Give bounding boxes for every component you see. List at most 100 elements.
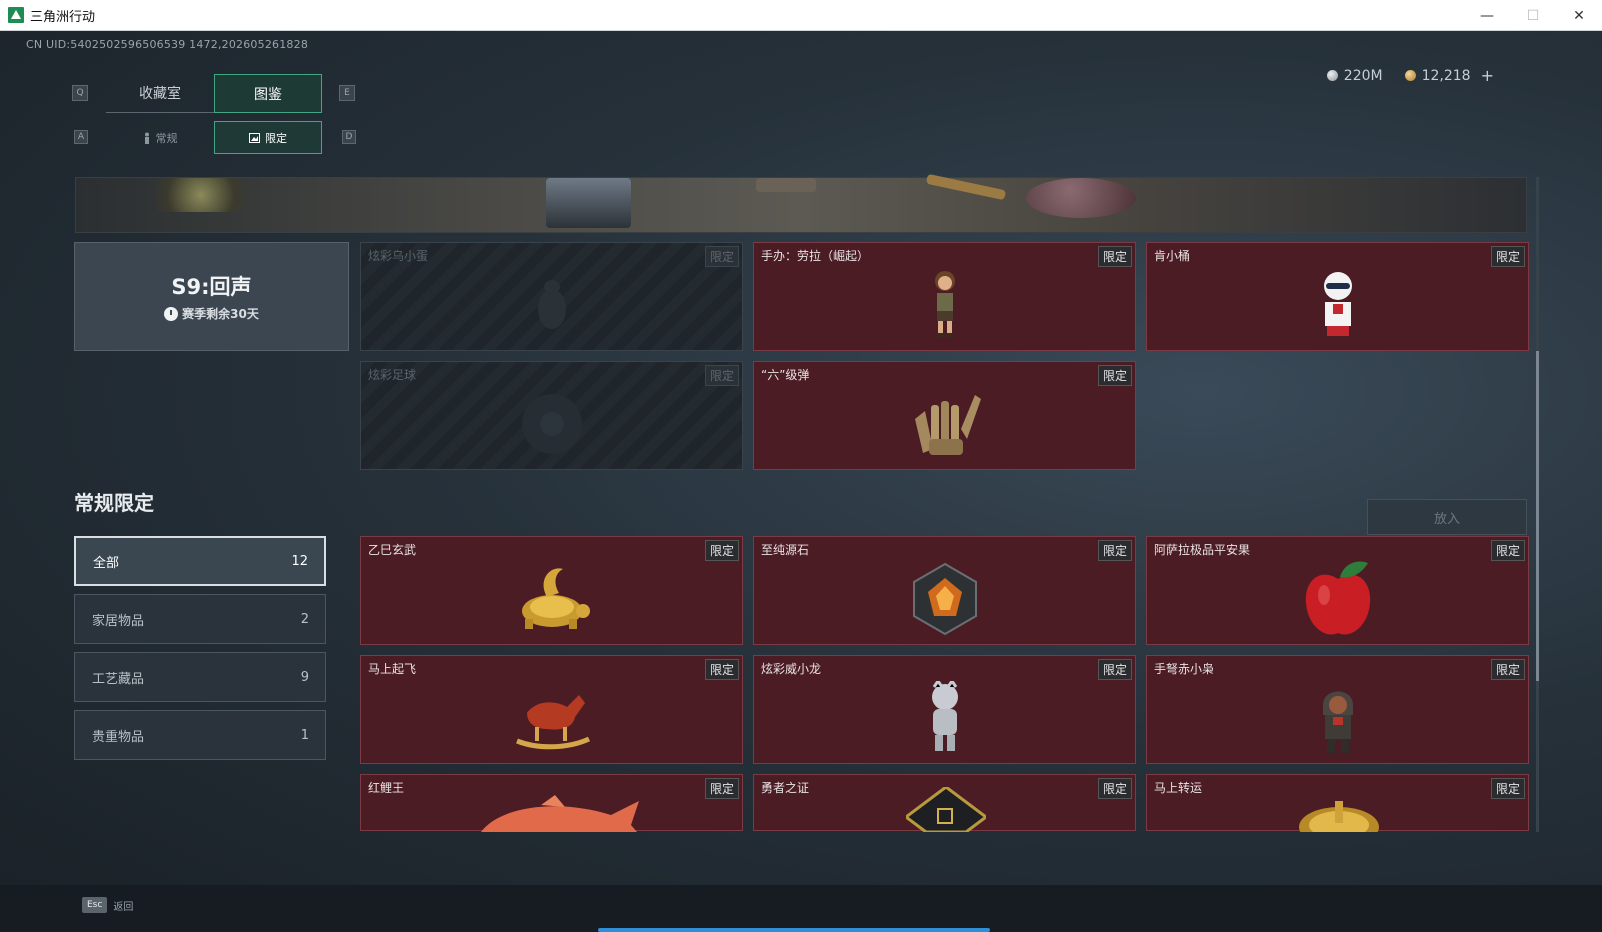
subtab-regular[interactable]: 常规 [106, 121, 214, 154]
subtab-regular-label: 常规 [155, 131, 178, 145]
window-title: 三角洲行动 [30, 8, 96, 24]
item-card-six-bullet[interactable]: “六”级弹 限定 [753, 361, 1136, 470]
tab-catalog[interactable]: 图鉴 [214, 74, 322, 113]
category-craft[interactable]: 工艺藏品 9 [74, 652, 326, 702]
season-remaining-text: 赛季剩余30天 [182, 307, 259, 321]
item-name: 肯小桶 [1154, 249, 1191, 263]
back-button[interactable]: Esc 返回 [82, 897, 133, 913]
maximize-button[interactable]: ☐ [1510, 0, 1556, 31]
item-name: 乙巳玄武 [368, 543, 417, 557]
banner-shoe-decoration [756, 178, 816, 192]
banner-boots-decoration [546, 178, 631, 228]
golden-roulette-icon [1299, 801, 1379, 832]
dragon-figure-icon [931, 681, 958, 752]
banner-ball-decoration [1026, 178, 1136, 218]
item-card-lara-figure[interactable]: 手办：劳拉（崛起） 限定 [753, 242, 1136, 351]
clock-icon [164, 306, 179, 321]
minimize-button[interactable]: — [1464, 0, 1510, 31]
main-tabs: 收藏室 图鉴 [106, 74, 322, 113]
item-name: 炫彩威小龙 [761, 662, 822, 676]
section-title: 常规限定 [74, 491, 154, 515]
item-card-colorful-egg[interactable]: 炫彩乌小蛋 限定 [360, 242, 743, 351]
silver-amount: 220M [1343, 67, 1383, 84]
category-count: 1 [300, 727, 309, 743]
item-name: 马上起飞 [368, 662, 417, 676]
football-icon [521, 394, 582, 455]
subtab-limited-label: 限定 [265, 131, 287, 145]
item-card-red-carp-king[interactable]: 红鲤王 限定 [360, 774, 743, 832]
item-name: 炫彩乌小蛋 [368, 249, 429, 263]
item-card-golden-turtle[interactable]: 乙巳玄武 限定 [360, 536, 743, 645]
category-count: 12 [291, 553, 308, 569]
back-label: 返回 [113, 901, 134, 913]
category-valuables[interactable]: 贵重物品 1 [74, 710, 326, 760]
gold-coin-icon [1404, 70, 1416, 81]
window-controls: — ☐ ✕ [1464, 0, 1602, 31]
limited-tag: 限定 [1490, 246, 1525, 267]
category-label: 全部 [93, 555, 120, 571]
item-name: 炫彩足球 [368, 368, 417, 382]
silver-coin-icon [1326, 70, 1338, 81]
season-title: S9:回声 [171, 275, 252, 299]
subtab-limited[interactable]: 限定 [214, 121, 322, 154]
tab-next-key[interactable]: E [339, 85, 355, 101]
loading-progress-bar [598, 928, 990, 932]
item-card-colorful-football[interactable]: 炫彩足球 限定 [360, 361, 743, 470]
limited-tag: 限定 [704, 540, 739, 561]
item-name: 阿萨拉极品平安果 [1154, 543, 1251, 557]
category-home[interactable]: 家居物品 2 [74, 594, 326, 644]
category-label: 工艺藏品 [92, 671, 145, 687]
item-card-colorful-dragon[interactable]: 炫彩威小龙 限定 [753, 655, 1136, 764]
limited-tag: 限定 [1490, 540, 1525, 561]
limited-tag: 限定 [704, 246, 739, 267]
category-count: 9 [300, 669, 309, 685]
limited-tag: 限定 [1490, 659, 1525, 680]
banner-bullets-decoration [925, 173, 1007, 201]
figure-icon [144, 132, 149, 144]
item-name: 手弩赤小枭 [1154, 662, 1215, 676]
category-label: 家居物品 [92, 613, 145, 629]
season-remaining: 赛季剩余30天 [164, 305, 259, 322]
subtab-prev-key[interactable]: A [74, 130, 88, 144]
currency-bar: 220M 12,218 + [1326, 66, 1494, 85]
tab-prev-key[interactable]: Q [72, 85, 88, 101]
item-name: 马上转运 [1154, 781, 1203, 795]
item-card-bucket-colonel[interactable]: 肯小桶 限定 [1146, 242, 1529, 351]
scrollbar-thumb[interactable] [1536, 351, 1539, 681]
bottom-bar: Esc 返回 [0, 885, 1602, 932]
colonel-figure-icon [1323, 272, 1352, 337]
item-card-brave-proof[interactable]: 勇者之证 限定 [753, 774, 1136, 832]
item-card-asala-apple[interactable]: 阿萨拉极品平安果 限定 [1146, 536, 1529, 645]
sub-tabs: 常规 限定 [106, 121, 322, 154]
subtab-next-key[interactable]: D [342, 130, 356, 144]
item-card-horse-takeoff[interactable]: 马上起飞 限定 [360, 655, 743, 764]
add-currency-button[interactable]: + [1481, 66, 1494, 85]
banner-plant-decoration [156, 178, 246, 212]
bullet-hand-icon [914, 395, 981, 456]
item-card-crossbow-owl[interactable]: 手弩赤小枭 限定 [1146, 655, 1529, 764]
category-all[interactable]: 全部 12 [74, 536, 326, 586]
item-name: 至纯源石 [761, 543, 810, 557]
category-count: 2 [300, 611, 309, 627]
close-button[interactable]: ✕ [1556, 0, 1602, 31]
lara-figure-icon [934, 271, 955, 339]
badge-plaque-icon [906, 787, 986, 832]
limited-tag: 限定 [1097, 246, 1132, 267]
item-name: 手办：劳拉（崛起） [761, 249, 870, 263]
red-carp-icon [481, 795, 639, 832]
collection-banner [75, 173, 1527, 233]
item-name: 红鲤王 [368, 781, 405, 795]
silver-currency: 220M [1326, 66, 1383, 85]
hooded-figure-icon [1322, 691, 1353, 754]
gold-amount: 12,218 [1421, 67, 1471, 84]
item-card-pure-source-stone[interactable]: 至纯源石 限定 [753, 536, 1136, 645]
limited-tag: 限定 [1490, 778, 1525, 799]
window-titlebar: 三角洲行动 — ☐ ✕ [0, 0, 1602, 31]
item-card-horse-luck[interactable]: 马上转运 限定 [1146, 774, 1529, 832]
place-button[interactable]: 放入 [1367, 499, 1527, 535]
limited-tag: 限定 [704, 659, 739, 680]
esc-key-icon: Esc [82, 897, 108, 913]
game-screen: CN UID:5402502596506539 1472,20260526182… [0, 31, 1602, 932]
uid-text: CN UID:5402502596506539 1472,20260526182… [26, 38, 309, 51]
tab-collection-room[interactable]: 收藏室 [106, 74, 214, 113]
